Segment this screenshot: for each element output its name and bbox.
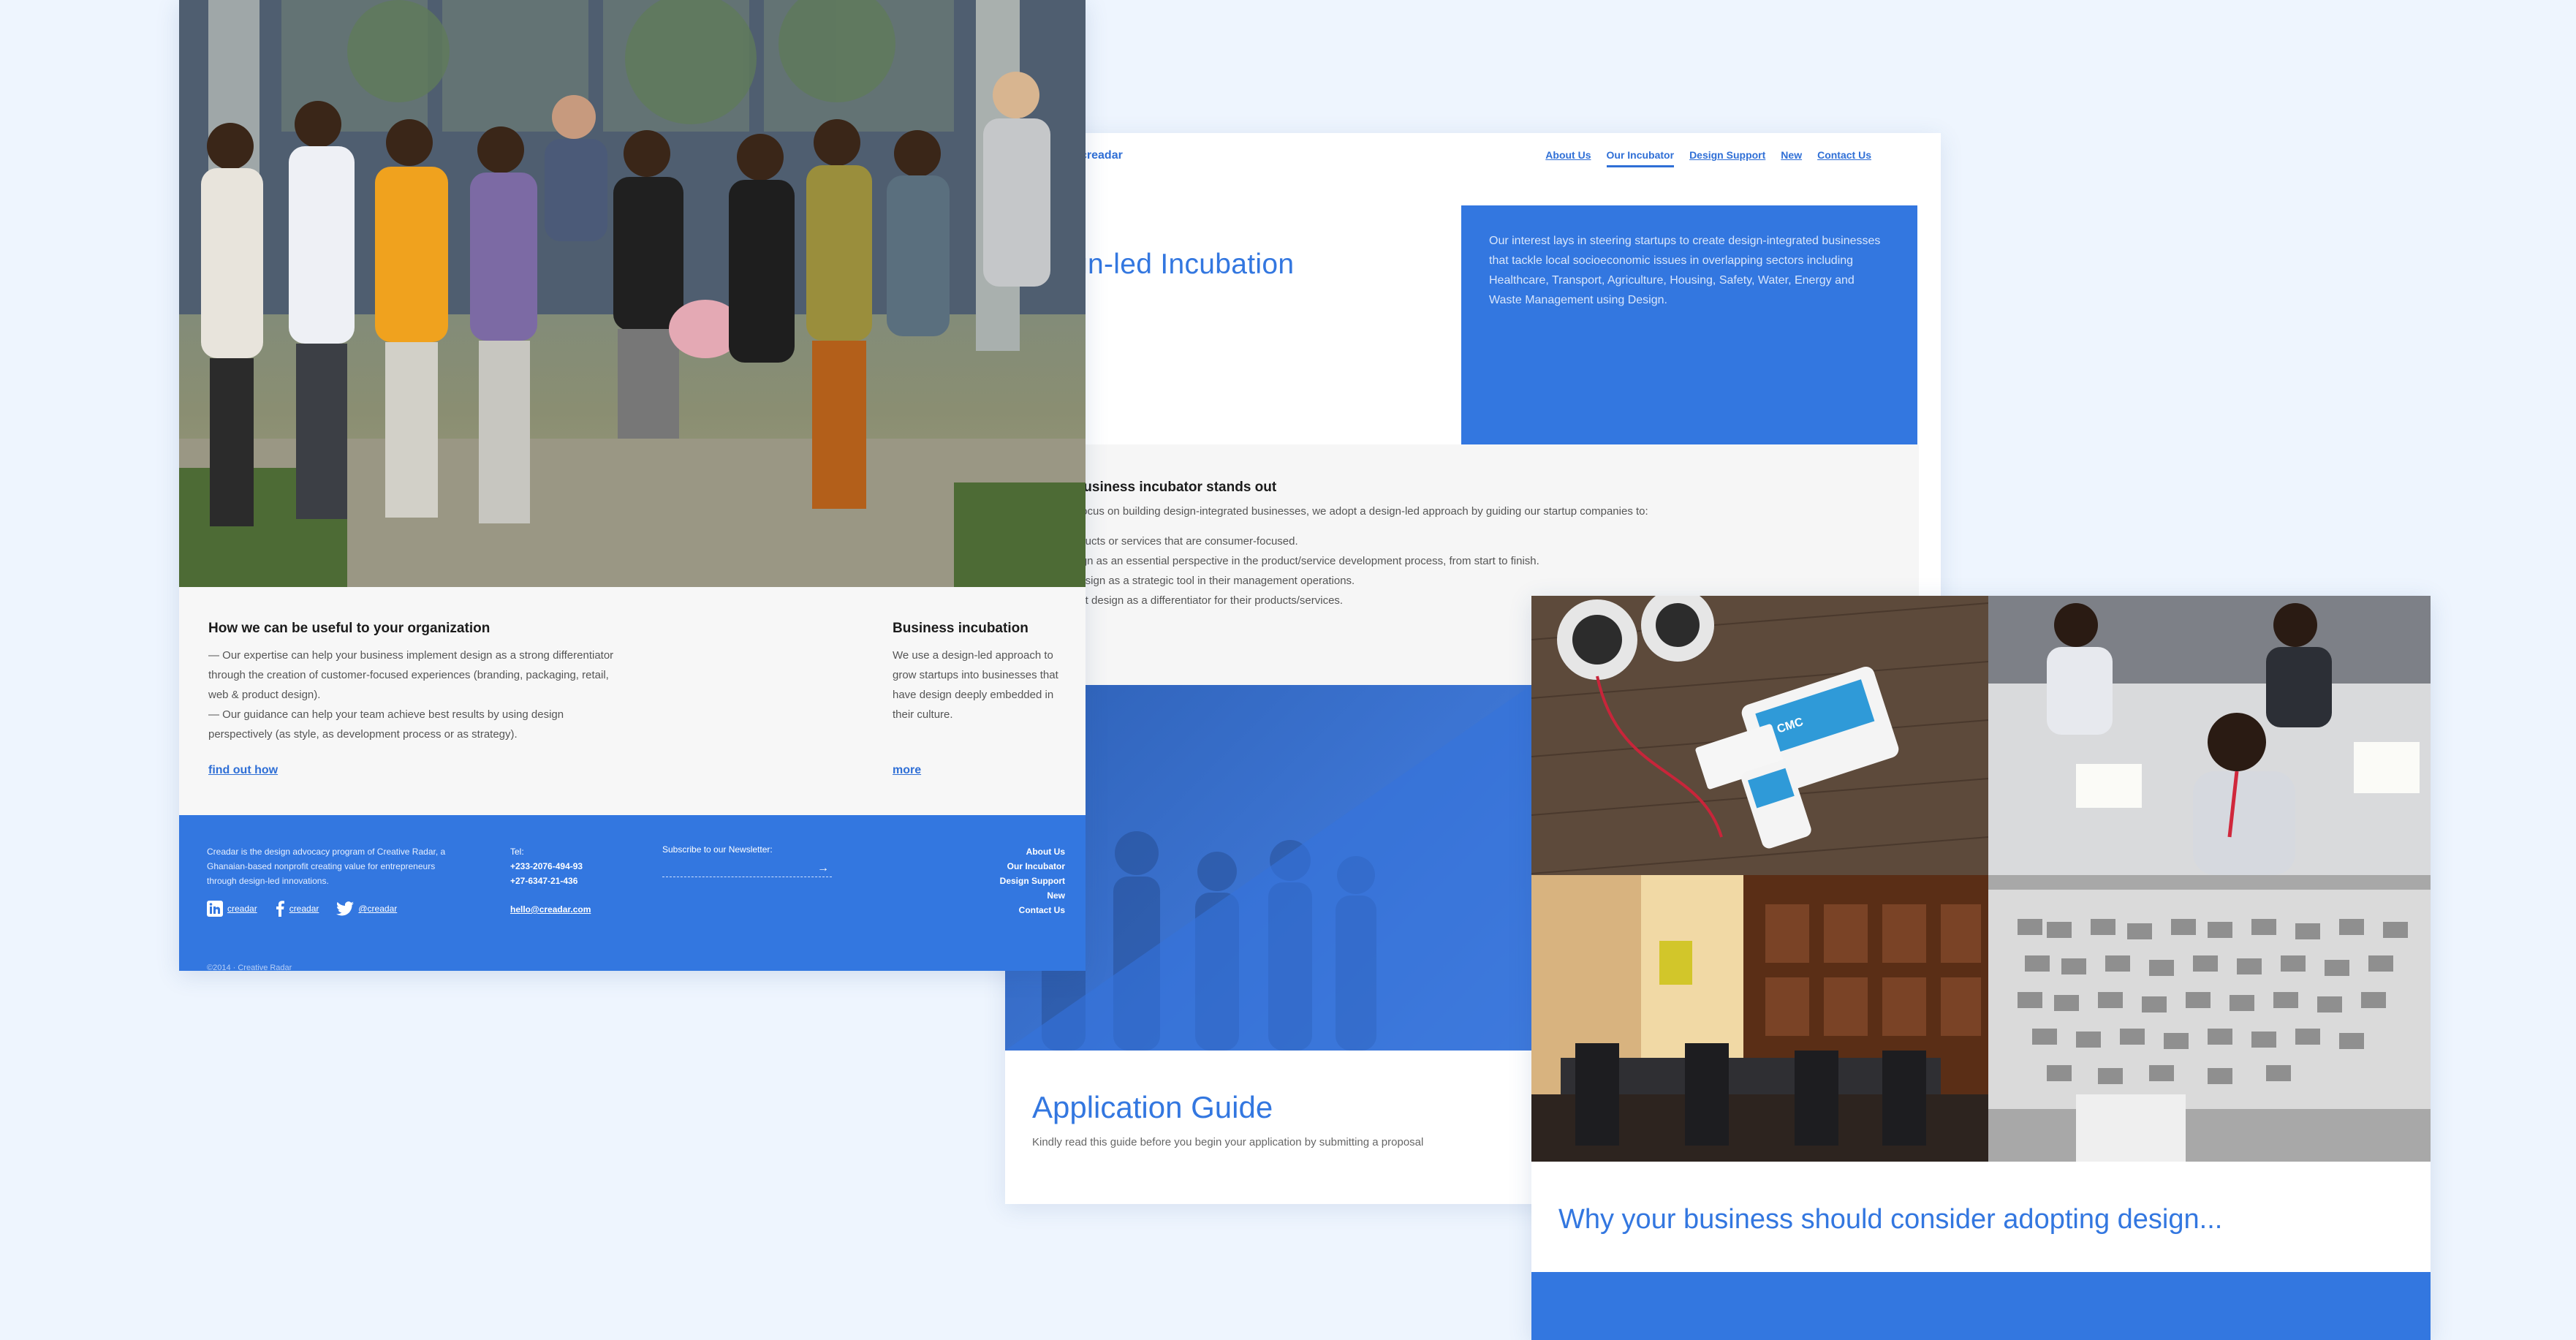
useful-heading: How we can be useful to your organizatio… (208, 621, 490, 636)
newsletter-signup: Subscribe to our Newsletter: → (662, 844, 832, 877)
social-twitter[interactable]: @creadar (336, 901, 397, 916)
sticky-notes-illustration (1988, 890, 2431, 1162)
footer-social: creadar creadar @creadar (207, 901, 397, 917)
workshop-illustration (1988, 603, 2431, 875)
business-incubation-heading: Business incubation (893, 621, 1028, 636)
useful-paragraph: — Our expertise can help your business i… (208, 649, 614, 701)
footer-link-new[interactable]: New (1000, 888, 1065, 903)
copyright: ©2014 · Creative Radar (207, 964, 292, 971)
social-facebook[interactable]: creadar (275, 901, 319, 917)
list-item: sign as an essential perspective in the … (1073, 555, 1539, 567)
stands-out-list: oducts or services that are consumer-foc… (1073, 531, 1539, 610)
sticky-notes-wall-photo[interactable] (1988, 875, 2431, 1162)
nav-about-us[interactable]: About Us (1545, 149, 1591, 167)
stands-out-intro: focus on building design-integrated busi… (1078, 505, 1648, 518)
social-linkedin[interactable]: creadar (207, 901, 257, 917)
tel-label: Tel: (510, 847, 524, 857)
restaurant-interior-photo[interactable] (1531, 875, 1988, 1162)
branding-mockup-image[interactable]: CMC (1531, 596, 1988, 875)
useful-body: — Our expertise can help your business i… (208, 646, 618, 744)
list-item: ent design as a differentiator for their… (1073, 594, 1344, 607)
team-photo (179, 0, 1086, 587)
design-page-card: CMC Why your business should consider ad… (1531, 596, 2431, 1340)
workshop-photo[interactable] (1988, 596, 2431, 875)
social-twitter-label[interactable]: @creadar (358, 904, 397, 914)
why-adopt-design-heading[interactable]: Why your business should consider adopti… (1558, 1204, 2222, 1235)
footer-about: Creadar is the design advocacy program o… (207, 847, 446, 886)
footer-link-incubator[interactable]: Our Incubator (1000, 859, 1065, 874)
restaurant-illustration (1531, 875, 1988, 1162)
social-linkedin-label[interactable]: creadar (227, 904, 257, 914)
phone-number[interactable]: +233-2076-494-93 (510, 859, 591, 874)
linkedin-icon (207, 901, 223, 917)
team-photo-illustration (179, 0, 1086, 587)
hero-intro-box: Our interest lays in steering startups t… (1461, 205, 1917, 444)
application-guide-subtitle: Kindly read this guide before you begin … (1032, 1136, 1424, 1148)
nav-contact-us[interactable]: Contact Us (1817, 149, 1871, 167)
find-out-how-link[interactable]: find out how (208, 764, 278, 777)
application-guide-title[interactable]: Application Guide (1032, 1090, 1273, 1125)
phone-number[interactable]: +27-6347-21-436 (510, 874, 591, 888)
social-facebook-label[interactable]: creadar (289, 904, 319, 914)
main-nav: About Us Our Incubator Design Support Ne… (1545, 149, 1871, 167)
nav-our-incubator[interactable]: Our Incubator (1606, 149, 1675, 167)
newsletter-label: Subscribe to our Newsletter: (662, 844, 773, 855)
blue-section-bar (1531, 1272, 2431, 1340)
nav-design-support[interactable]: Design Support (1689, 149, 1765, 167)
useful-paragraph: — Our guidance can help your team achiev… (208, 708, 564, 741)
page-title: gn-led Incubation (1072, 249, 1295, 280)
footer-link-design-support[interactable]: Design Support (1000, 874, 1065, 888)
facebook-icon (276, 901, 284, 917)
business-incubation-body: We use a design-led approach to grow sta… (893, 649, 1058, 721)
list-item: oducts or services that are consumer-foc… (1073, 535, 1298, 548)
list-item: design as a strategic tool in their mana… (1073, 575, 1355, 587)
footer-links: About Us Our Incubator Design Support Ne… (1000, 844, 1065, 917)
creadar-logo[interactable]: creadar (1080, 149, 1123, 162)
footer-contact: Tel: +233-2076-494-93 +27-6347-21-436 he… (510, 844, 591, 917)
stands-out-heading: r business incubator stands out (1066, 480, 1277, 495)
footer: Creadar is the design advocacy program o… (179, 815, 1086, 971)
email-link[interactable]: hello@creadar.com (510, 902, 591, 917)
footer-link-about[interactable]: About Us (1000, 844, 1065, 859)
newsletter-input[interactable]: → (662, 859, 832, 877)
twitter-icon (336, 901, 355, 916)
branding-illustration: CMC (1531, 596, 1988, 874)
nav-new[interactable]: New (1781, 149, 1802, 167)
arrow-right-icon[interactable]: → (817, 862, 829, 875)
more-link[interactable]: more (893, 764, 921, 777)
footer-link-contact[interactable]: Contact Us (1000, 903, 1065, 917)
organization-page-card: How we can be useful to your organizatio… (179, 0, 1086, 971)
